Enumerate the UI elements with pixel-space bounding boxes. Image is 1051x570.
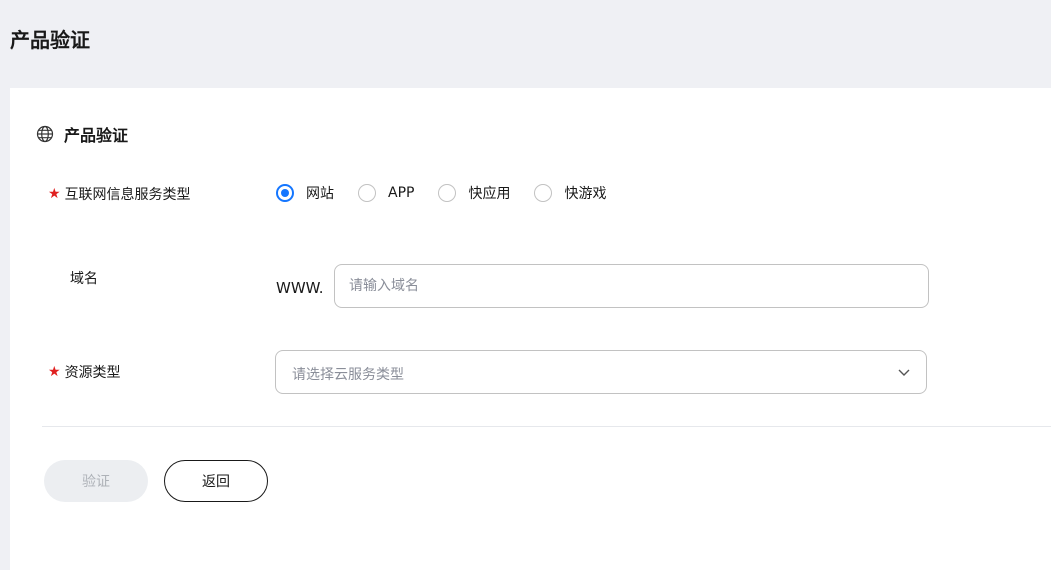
divider <box>42 426 1051 427</box>
radio-website[interactable]: 网站 <box>276 183 334 203</box>
form-card <box>10 88 1051 570</box>
required-marker: ★ <box>48 364 61 380</box>
page-title: 产品验证 <box>10 28 90 52</box>
resource-type-placeholder: 请选择云服务类型 <box>292 367 404 383</box>
radio-quick-app-circle[interactable] <box>438 184 457 202</box>
section-title: 产品验证 <box>64 126 129 145</box>
page-header: 产品验证 <box>0 0 1051 88</box>
resource-type-select[interactable]: 请选择云服务类型 <box>275 350 927 394</box>
radio-website-circle[interactable] <box>276 184 294 202</box>
service-type-label-text: 互联网信息服务类型 <box>64 187 191 203</box>
resource-type-label-text: 资源类型 <box>64 365 121 381</box>
service-type-radio-group: 网站 APP 快应用 快游戏 <box>276 181 630 205</box>
radio-quick-game-label: 快游戏 <box>564 186 607 202</box>
domain-prefix: WWW. <box>276 279 324 297</box>
radio-app[interactable]: APP <box>358 184 414 202</box>
domain-label: 域名 <box>70 271 98 287</box>
resource-type-label: ★ 资源类型 <box>48 362 121 382</box>
radio-quick-game[interactable]: 快游戏 <box>534 183 606 203</box>
verify-button[interactable]: 验证 <box>44 460 148 502</box>
radio-quick-app-label: 快应用 <box>468 186 511 202</box>
radio-app-label: APP <box>388 185 415 201</box>
chevron-down-icon <box>898 369 910 376</box>
radio-quick-game-circle[interactable] <box>534 184 553 202</box>
required-marker: ★ <box>48 186 61 202</box>
service-type-label: ★ 互联网信息服务类型 <box>48 184 191 204</box>
radio-quick-app[interactable]: 快应用 <box>438 183 510 203</box>
radio-app-circle[interactable] <box>358 184 376 202</box>
domain-input[interactable] <box>334 264 929 308</box>
page-left-gutter <box>0 88 10 570</box>
back-button[interactable]: 返回 <box>164 460 268 502</box>
section-header: 产品验证 <box>36 122 128 146</box>
radio-website-label: 网站 <box>306 186 334 202</box>
globe-icon <box>36 125 54 143</box>
